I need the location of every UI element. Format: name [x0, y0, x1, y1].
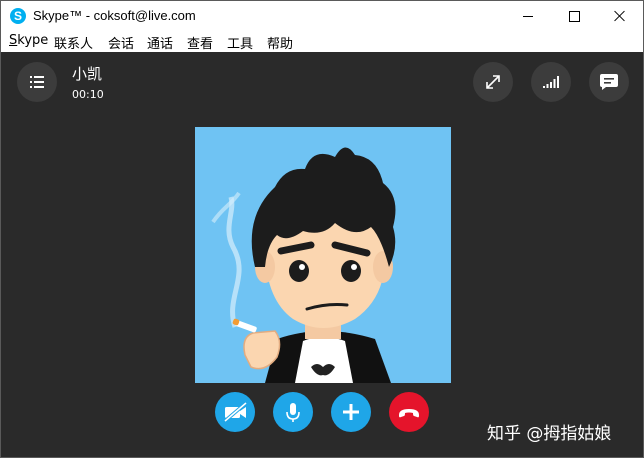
- menu-item-skype[interactable]: Skype: [9, 33, 48, 48]
- call-timer: 00:10: [72, 88, 104, 101]
- window-title: Skype™ - coksoft@live.com: [33, 8, 196, 23]
- menu-item-view[interactable]: 查看: [187, 33, 213, 52]
- call-menu-button[interactable]: [17, 62, 57, 102]
- call-area: 小凯 00:10 知乎 @拇指姑娘: [1, 52, 643, 457]
- toggle-mic-button[interactable]: [273, 392, 313, 432]
- end-call-icon: [399, 409, 419, 418]
- watermark: 知乎 @拇指姑娘: [487, 424, 612, 444]
- signal-bars-icon: [543, 76, 559, 88]
- contact-name: 小凯: [72, 65, 103, 83]
- contact-avatar: [195, 127, 451, 383]
- add-participant-button[interactable]: [331, 392, 371, 432]
- title-bar: S Skype™ - coksoft@live.com: [1, 1, 643, 31]
- menu-item-tools[interactable]: 工具: [227, 33, 253, 52]
- microphone-icon: [286, 403, 300, 422]
- call-quality-button[interactable]: [531, 62, 571, 102]
- video-off-icon: [223, 401, 248, 423]
- end-call-button[interactable]: [389, 392, 429, 432]
- minimize-button[interactable]: [505, 1, 551, 31]
- menu-item-help[interactable]: 帮助: [267, 33, 293, 52]
- chat-button[interactable]: [589, 62, 629, 102]
- chat-bubble-icon: [600, 74, 618, 90]
- close-button[interactable]: [597, 1, 643, 31]
- maximize-button[interactable]: [551, 1, 597, 31]
- plus-icon: [343, 404, 359, 420]
- fullscreen-button[interactable]: [473, 62, 513, 102]
- skype-logo-icon: S: [10, 8, 26, 24]
- expand-icon: [486, 75, 500, 89]
- menu-item-contacts[interactable]: 联系人: [54, 33, 93, 52]
- skype-window: S Skype™ - coksoft@live.com Skype 联系人 会话…: [0, 0, 644, 458]
- menu-bar: Skype 联系人 会话 通话 查看 工具 帮助: [1, 31, 643, 52]
- toggle-video-button[interactable]: [215, 392, 255, 432]
- list-menu-icon: [30, 76, 44, 88]
- menu-item-conversations[interactable]: 会话: [108, 33, 134, 52]
- menu-item-call[interactable]: 通话: [147, 33, 173, 52]
